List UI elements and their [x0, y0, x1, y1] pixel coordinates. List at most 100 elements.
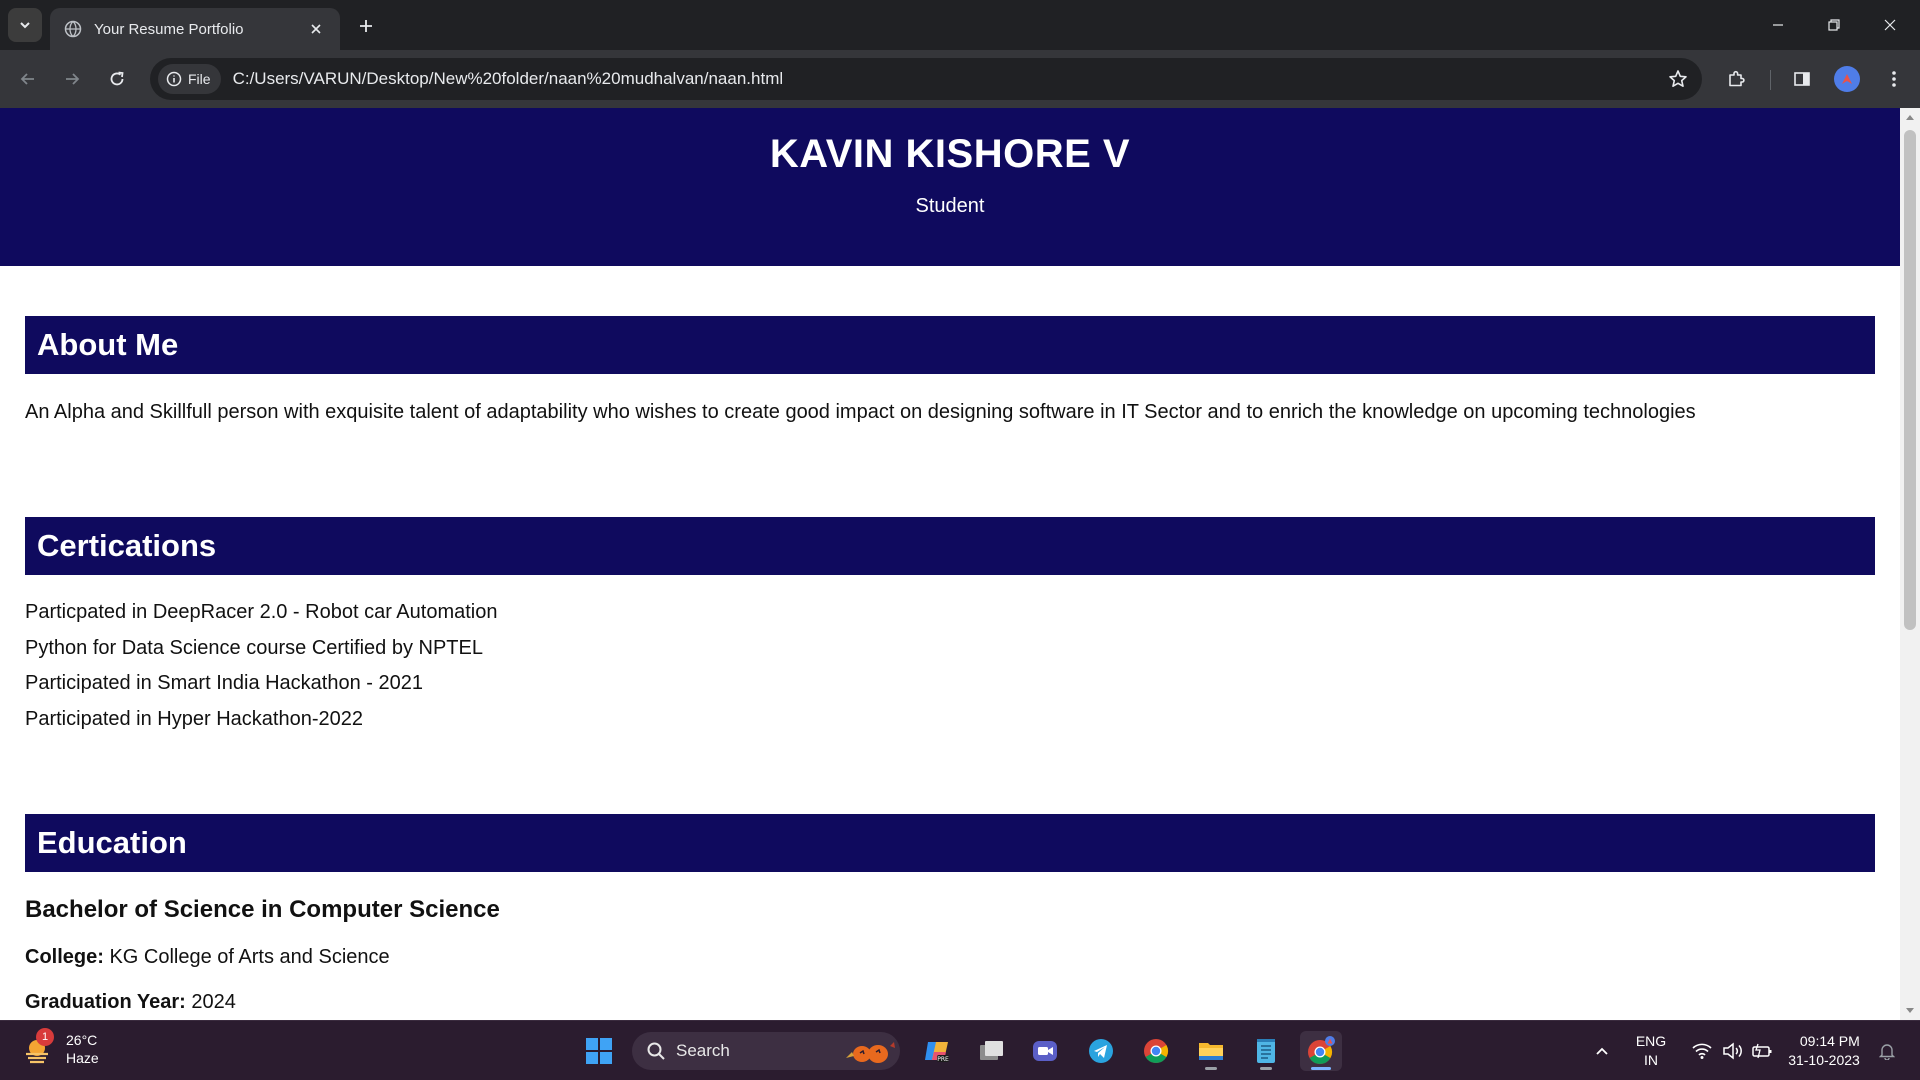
clock-date: 31-10-2023: [1788, 1052, 1860, 1068]
profile-glyph-icon: [1842, 74, 1852, 84]
taskbar-app-meet[interactable]: [1024, 1031, 1066, 1071]
show-hidden-icons-button[interactable]: [1585, 1021, 1619, 1080]
language-indicator[interactable]: ENG IN: [1628, 1021, 1674, 1080]
region-code: IN: [1644, 1052, 1658, 1068]
triangle-up-icon: [1906, 115, 1914, 120]
pumpkin-icon: [846, 1042, 895, 1063]
arrow-left-icon: [20, 73, 34, 85]
address-bar[interactable]: File C:/Users/VARUN/Desktop/New%20folder…: [150, 58, 1702, 100]
scroll-up-button[interactable]: [1900, 108, 1920, 126]
bookmark-star-button[interactable]: [1660, 61, 1696, 97]
tab-title: Your Resume Portfolio: [94, 20, 244, 38]
url-text[interactable]: C:/Users/VARUN/Desktop/New%20folder/naan…: [233, 69, 1660, 89]
battery-icon: [1752, 1043, 1772, 1059]
toolbar-divider: [1770, 70, 1771, 90]
taskbar-app-copilot[interactable]: PRE: [916, 1031, 958, 1071]
certifications-title: Certications: [25, 517, 1875, 575]
scroll-thumb[interactable]: [1904, 130, 1916, 630]
certification-item: Python for Data Science course Certified…: [25, 636, 483, 659]
taskbar-search[interactable]: Search: [632, 1032, 900, 1070]
certification-item: Particpated in DeepRacer 2.0 - Robot car…: [25, 601, 498, 623]
weather-text: 26°C Haze: [66, 1031, 99, 1067]
info-icon: [166, 71, 182, 87]
video-call-icon: [1033, 1041, 1057, 1061]
quick-settings-button[interactable]: [1684, 1021, 1780, 1080]
resume-header: KAVIN KISHORE V Student: [0, 108, 1900, 266]
browser-tab-strip: Your Resume Portfolio: [0, 0, 1920, 50]
new-tab-button[interactable]: [352, 12, 380, 40]
about-section: About Me An Alpha and Skillfull person w…: [25, 316, 1875, 425]
taskbar-app-task-view[interactable]: [970, 1031, 1012, 1071]
kebab-menu-icon: [1892, 71, 1896, 87]
clock-time: 09:14 PM: [1799, 1033, 1860, 1049]
clock[interactable]: 09:14 PM 31-10-2023: [1782, 1021, 1866, 1080]
active-indicator: [1311, 1067, 1331, 1070]
browser-tab-active[interactable]: Your Resume Portfolio: [50, 8, 340, 50]
certifications-list: Particpated in DeepRacer 2.0 - Robot car…: [25, 599, 1875, 741]
tab-search-button[interactable]: [8, 8, 42, 42]
extensions-button[interactable]: [1718, 61, 1754, 97]
restore-button[interactable]: [1806, 0, 1862, 50]
wifi-icon: [1692, 1043, 1712, 1059]
page-scrollbar[interactable]: [1900, 108, 1920, 1020]
browser-menu-button[interactable]: [1876, 61, 1912, 97]
svg-text:PRE: PRE: [937, 1056, 949, 1063]
certification-item: Participated in Smart India Hackathon - …: [25, 672, 423, 694]
page-viewport: KAVIN KISHORE V Student About Me An Alph…: [0, 108, 1900, 1020]
minimize-button[interactable]: [1750, 0, 1806, 50]
taskbar-app-file-explorer[interactable]: [1190, 1031, 1232, 1071]
back-button[interactable]: [10, 61, 46, 97]
browser-toolbar: File C:/Users/VARUN/Desktop/New%20folder…: [0, 50, 1920, 108]
task-view-icon: [980, 1041, 1003, 1060]
side-panel-icon: [1794, 72, 1810, 86]
education-section: Education Bachelor of Science in Compute…: [25, 814, 1875, 1014]
taskbar-app-chrome[interactable]: [1135, 1031, 1177, 1071]
close-window-button[interactable]: [1862, 0, 1918, 50]
graduation-year-line: Graduation Year: 2024: [25, 991, 1875, 1014]
weather-widget[interactable]: 1 26°C Haze: [22, 1028, 99, 1067]
person-name: KAVIN KISHORE V: [769, 132, 1131, 176]
taskbar-app-telegram[interactable]: [1080, 1031, 1122, 1071]
taskbar-app-notepad[interactable]: [1245, 1031, 1287, 1071]
taskbar-app-chrome-profile[interactable]: [1300, 1031, 1342, 1071]
triangle-down-icon: [1906, 1008, 1914, 1013]
language-code: ENG: [1635, 1033, 1667, 1049]
notepad-icon: [1257, 1039, 1275, 1063]
about-text: An Alpha and Skillfull person with exqui…: [25, 401, 1696, 423]
search-icon: [647, 1042, 665, 1060]
scroll-down-button[interactable]: [1900, 1002, 1920, 1020]
bell-icon: [1879, 1044, 1895, 1060]
certification-item: Participated in Hyper Hackathon-2022: [25, 707, 363, 730]
chevron-up-icon: [1596, 1047, 1608, 1055]
chip-label: File: [188, 71, 211, 87]
reload-button[interactable]: [99, 61, 135, 97]
star-icon: [1669, 70, 1687, 87]
profile-button[interactable]: [1829, 61, 1865, 97]
chevron-down-icon: [20, 22, 30, 29]
certifications-section: Certications Particpated in DeepRacer 2.…: [25, 517, 1875, 741]
chrome-profile-icon: [1308, 1036, 1335, 1065]
folder-icon: [1199, 1043, 1223, 1060]
site-info-chip[interactable]: File: [158, 64, 221, 94]
running-indicator: [1205, 1067, 1217, 1070]
start-button[interactable]: [578, 1031, 620, 1071]
running-indicator: [1260, 1067, 1272, 1070]
side-panel-button[interactable]: [1784, 61, 1820, 97]
graduation-year-value: 2024: [191, 991, 236, 1013]
close-tab-icon[interactable]: [306, 19, 326, 39]
chrome-icon: [1144, 1039, 1169, 1064]
windows-logo-icon: [586, 1038, 612, 1064]
college-value: KG College of Arts and Science: [109, 946, 390, 968]
globe-icon: [64, 20, 82, 38]
weather-temperature: 26°C: [66, 1032, 98, 1048]
close-icon: [1884, 19, 1896, 31]
notifications-button[interactable]: [1872, 1021, 1902, 1080]
weather-description: Haze: [66, 1050, 99, 1066]
telegram-icon: [1089, 1039, 1113, 1063]
forward-button[interactable]: [54, 61, 90, 97]
weather-notification-badge: 1: [36, 1028, 54, 1046]
education-title: Education: [25, 814, 1875, 872]
weather-icon: 1: [22, 1028, 56, 1066]
about-title: About Me: [25, 316, 1875, 374]
copilot-icon: PRE: [925, 1042, 949, 1063]
